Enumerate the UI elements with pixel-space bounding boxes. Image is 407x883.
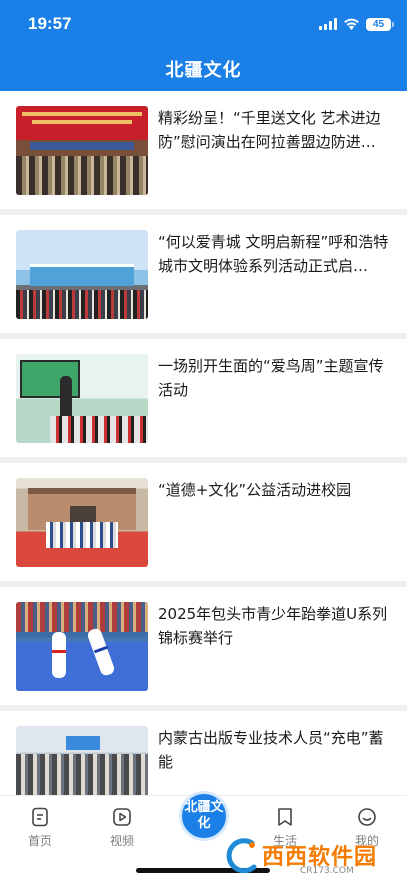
- news-item[interactable]: “道德+文化”公益活动进校园: [0, 463, 407, 587]
- tab-video[interactable]: 视频: [92, 806, 152, 849]
- home-document-icon: [29, 806, 51, 828]
- news-item[interactable]: 精彩纷呈！“千里送文化 艺术进边防”慰问演出在阿拉善盟边防进…: [0, 91, 407, 215]
- status-time: 19:57: [28, 14, 72, 33]
- tab-video-label: 视频: [109, 834, 134, 848]
- app-header: 19:57 45 北疆文化: [0, 0, 407, 91]
- status-icons: 45: [319, 16, 394, 32]
- bookmark-icon: [274, 806, 296, 828]
- page-title: 北疆文化: [165, 60, 242, 81]
- wifi-icon: [343, 18, 360, 30]
- news-item[interactable]: 2025年包头市青少年跆拳道U系列锦标赛举行: [0, 587, 407, 711]
- cellular-signal-icon: [319, 18, 337, 30]
- news-title[interactable]: “何以爱青城 文明启新程”呼和浩特城市文明体验系列活动正式启…: [158, 230, 390, 278]
- news-title[interactable]: 一场别开生面的“爱鸟周”主题宣传活动: [158, 354, 390, 402]
- news-item[interactable]: 一场别开生面的“爱鸟周”主题宣传活动: [0, 339, 407, 463]
- news-thumbnail[interactable]: [16, 478, 148, 567]
- news-item[interactable]: “何以爱青城 文明启新程”呼和浩特城市文明体验系列活动正式启…: [0, 215, 407, 339]
- watermark-logo-icon: [226, 838, 257, 873]
- watermark-site: CR173.COM: [300, 866, 354, 876]
- news-title[interactable]: “道德+文化”公益活动进校园: [158, 478, 390, 502]
- news-title[interactable]: 精彩纷呈！“千里送文化 艺术进边防”慰问演出在阿拉善盟边防进…: [158, 106, 390, 154]
- tab-home-label: 首页: [27, 834, 52, 848]
- news-title[interactable]: 2025年包头市青少年跆拳道U系列锦标赛举行: [158, 602, 390, 650]
- news-feed[interactable]: 精彩纷呈！“千里送文化 艺术进边防”慰问演出在阿拉善盟边防进… “何以爱青城 文…: [0, 91, 407, 835]
- status-bar: 19:57 45: [0, 0, 407, 48]
- news-thumbnail[interactable]: [16, 230, 148, 319]
- news-thumbnail[interactable]: [16, 106, 148, 195]
- center-tab-button[interactable]: 北疆文化: [179, 791, 229, 841]
- video-play-icon: [111, 806, 133, 828]
- news-thumbnail[interactable]: [16, 602, 148, 691]
- news-thumbnail[interactable]: [16, 354, 148, 443]
- news-title[interactable]: 内蒙古出版专业技术人员“充电”蓄能: [158, 726, 390, 774]
- smiley-icon: [356, 806, 378, 828]
- battery-icon: 45: [366, 17, 394, 31]
- tab-home[interactable]: 首页: [10, 806, 70, 849]
